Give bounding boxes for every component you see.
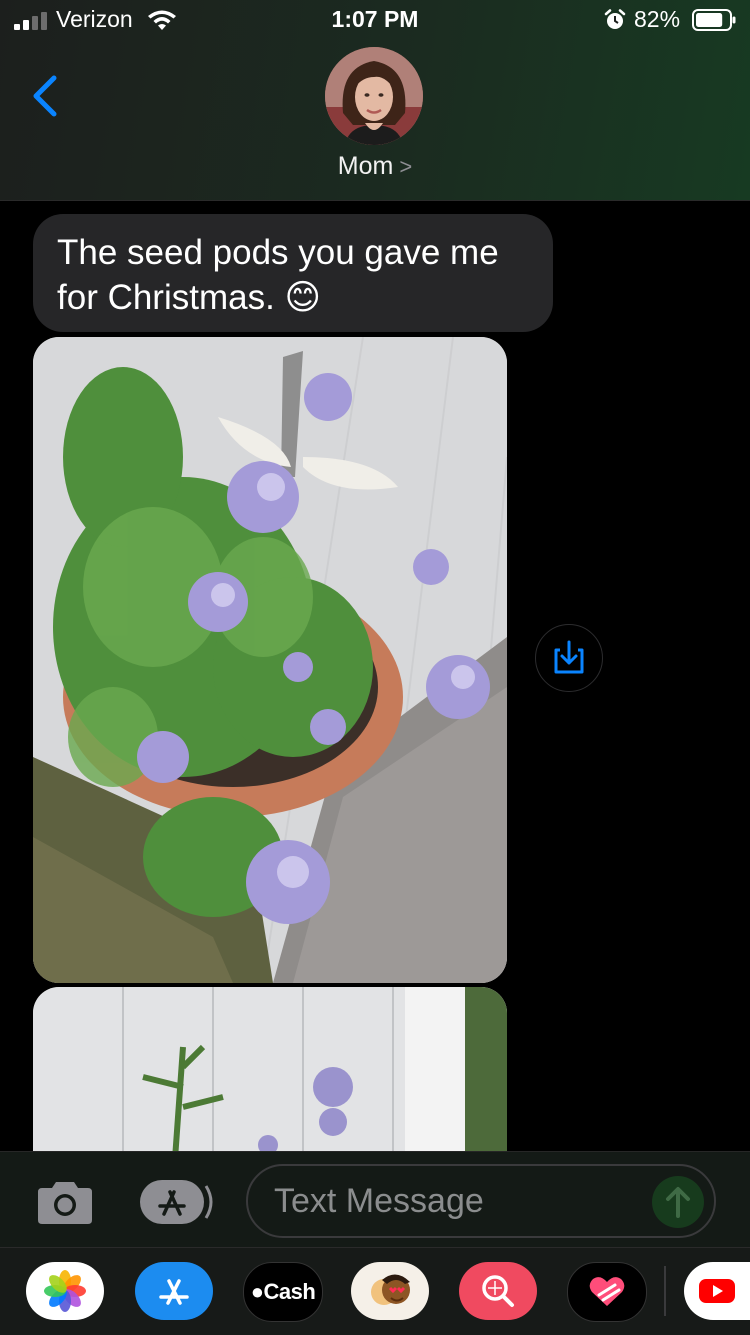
battery-icon <box>692 9 736 31</box>
heart-app-button[interactable] <box>567 1262 647 1322</box>
arrow-up-icon <box>666 1187 690 1218</box>
image-search-app-button[interactable] <box>459 1262 537 1320</box>
contact-chevron: > <box>399 154 413 179</box>
memoji-app-button[interactable] <box>351 1262 429 1320</box>
message-photo-flowers[interactable] <box>33 337 507 983</box>
message-bubble-incoming[interactable]: The seed pods you gave me for Christmas.… <box>33 214 553 332</box>
drawer-divider <box>664 1266 666 1316</box>
imessage-app-drawer: ●Cash <box>0 1247 750 1335</box>
app-store-icon <box>159 1279 189 1305</box>
save-to-photos-button[interactable] <box>535 624 603 692</box>
message-text: The seed pods you gave me for Christmas.… <box>57 233 499 317</box>
download-icon <box>554 640 584 674</box>
apple-cash-app-button[interactable]: ●Cash <box>243 1262 323 1322</box>
image-search-icon <box>482 1275 514 1307</box>
send-button[interactable] <box>652 1176 704 1228</box>
contact-name-button[interactable]: Mom > <box>0 152 750 181</box>
photos-icon <box>44 1270 86 1312</box>
battery-percentage: 82% <box>634 6 681 32</box>
compose-bar <box>0 1151 750 1248</box>
alarm-icon <box>604 9 626 29</box>
memoji-icon <box>371 1274 410 1305</box>
apple-logo-icon: ● <box>250 1279 264 1304</box>
photos-app-button[interactable] <box>26 1262 104 1320</box>
heart-app-icon <box>589 1277 625 1306</box>
contact-photo <box>325 47 423 145</box>
flower-pot-photo <box>33 337 507 983</box>
status-bar: Verizon 1:07 PM 82% <box>0 0 750 40</box>
back-chevron-icon[interactable] <box>26 72 66 120</box>
youtube-app-button[interactable] <box>684 1262 750 1320</box>
camera-icon[interactable] <box>34 1180 96 1226</box>
app-store-app-button[interactable] <box>135 1262 213 1320</box>
apple-cash-label: ●Cash <box>250 1279 316 1304</box>
youtube-icon <box>699 1279 735 1303</box>
app-store-drawer-icon[interactable] <box>138 1178 214 1226</box>
text-message-input[interactable] <box>246 1164 716 1238</box>
contact-avatar[interactable] <box>325 47 423 145</box>
conversation-header: Verizon 1:07 PM 82% Mom > <box>0 0 750 201</box>
contact-name: Mom <box>337 152 394 180</box>
